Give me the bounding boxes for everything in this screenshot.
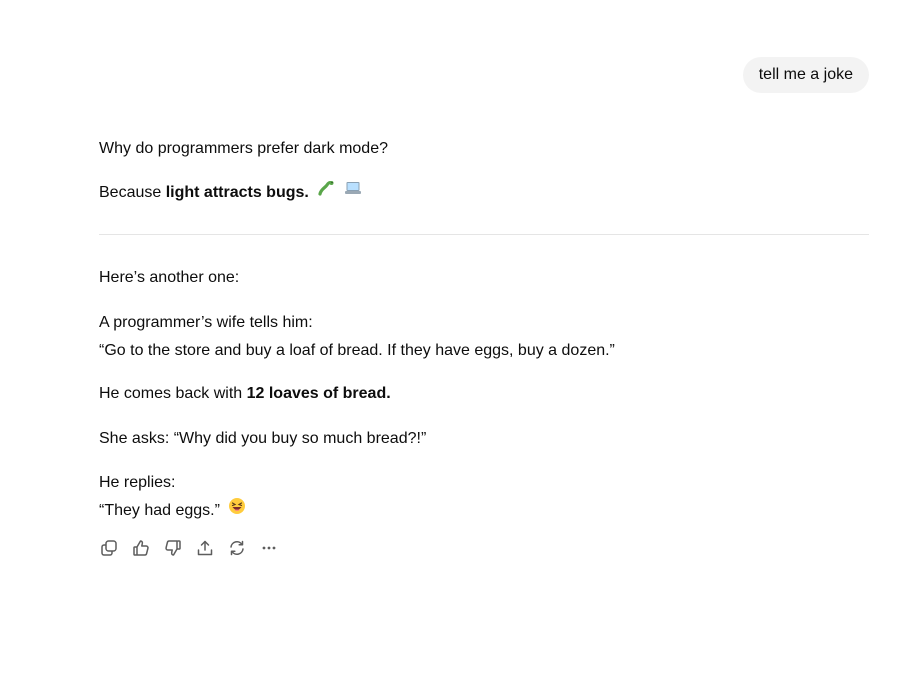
message-actions (99, 537, 279, 559)
reply-2-intro: Here’s another one: (99, 269, 240, 286)
reply-1-line-1: Why do programmers prefer dark mode? (99, 140, 388, 157)
regenerate-button[interactable] (227, 537, 247, 559)
user-message-bubble: tell me a joke (742, 57, 869, 93)
reply-1-prefix: Because (99, 184, 166, 202)
reply-2-p2-bold: 12 loaves of bread. (246, 385, 391, 402)
laptop-icon (344, 179, 362, 207)
copy-icon (101, 540, 117, 556)
divider (99, 234, 869, 235)
grinning-squinting-face-icon (228, 497, 246, 525)
reply-2-p2: He comes back with 12 loaves of bread. (99, 380, 391, 408)
reply-1-line-2: Because light attracts bugs. (99, 179, 362, 207)
reply-2-p4-line2: “They had eggs.” (99, 502, 220, 520)
reply-2-p3: She asks: “Why did you buy so much bread… (99, 430, 427, 447)
share-button[interactable] (195, 537, 215, 559)
reply-1-bold: light attracts bugs. (165, 184, 309, 202)
user-message-text: tell me a joke (758, 66, 853, 83)
reply-2-p1-line1: A programmer’s wife tells him: (99, 314, 313, 331)
thumbs-down-icon (165, 540, 181, 556)
thumbs-down-button[interactable] (163, 537, 183, 559)
thumbs-up-button[interactable] (131, 537, 151, 559)
more-icon (262, 546, 276, 550)
share-icon (197, 540, 213, 556)
copy-button[interactable] (99, 537, 119, 559)
more-button[interactable] (259, 537, 279, 559)
regenerate-icon (230, 540, 244, 556)
reply-2-p1-line2: “Go to the store and buy a loaf of bread… (99, 342, 615, 359)
bug-icon (317, 179, 335, 207)
reply-2-p2-prefix: He comes back with (99, 385, 247, 402)
thumbs-up-icon (133, 540, 149, 556)
reply-2-p4-line1: He replies: (99, 474, 176, 491)
reply-2-p4-line2-wrap: “They had eggs.” (99, 497, 246, 525)
